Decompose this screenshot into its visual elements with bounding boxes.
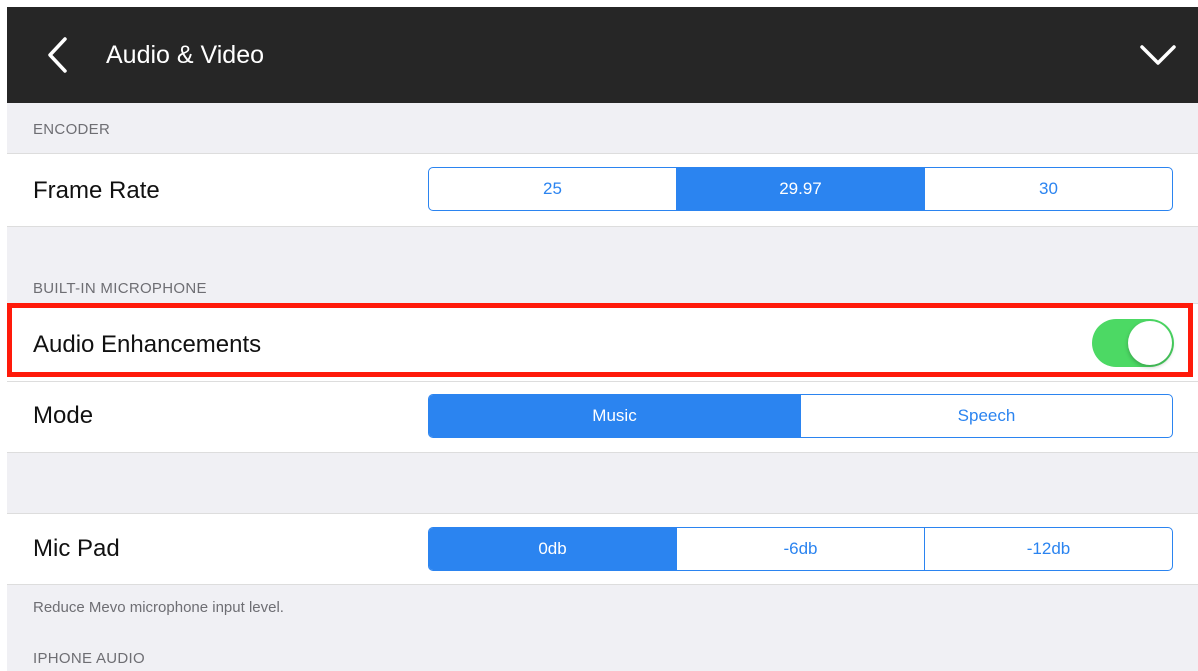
mic-pad-segmented-control: 0db -6db -12db: [428, 527, 1173, 571]
mode-label: Mode: [33, 402, 94, 429]
page-title: Audio & Video: [106, 41, 264, 69]
section-header-encoder: ENCODER: [33, 121, 111, 138]
audio-enhancements-toggle[interactable]: [1092, 319, 1174, 367]
frame-rate-segmented-control: 25 29.97 30: [428, 167, 1173, 211]
frame-rate-option-29-97[interactable]: 29.97: [677, 168, 925, 210]
mic-pad-footnote: Reduce Mevo microphone input level.: [33, 599, 284, 616]
mode-option-speech[interactable]: Speech: [801, 395, 1172, 437]
mic-pad-option-0db[interactable]: 0db: [429, 528, 677, 570]
mode-row: Mode Music Speech: [7, 381, 1198, 453]
mic-pad-row: Mic Pad 0db -6db -12db: [7, 513, 1198, 585]
audio-enhancements-row: Audio Enhancements: [7, 303, 1198, 383]
settings-list: ENCODER Frame Rate 25 29.97 30 BUILT-IN …: [7, 103, 1198, 671]
frame-rate-row: Frame Rate 25 29.97 30: [7, 153, 1198, 227]
mic-pad-option-minus-12db[interactable]: -12db: [925, 528, 1172, 570]
frame-rate-option-30[interactable]: 30: [925, 168, 1172, 210]
navigation-bar: Audio & Video: [7, 7, 1198, 103]
section-header-built-in-microphone: BUILT-IN MICROPHONE: [33, 280, 207, 297]
settings-screen: Audio & Video ENCODER Frame Rate 25 29.9…: [0, 0, 1198, 671]
mode-option-music[interactable]: Music: [429, 395, 801, 437]
audio-enhancements-label: Audio Enhancements: [33, 331, 262, 358]
mic-pad-option-minus-6db[interactable]: -6db: [677, 528, 925, 570]
frame-rate-label: Frame Rate: [33, 177, 160, 204]
mode-segmented-control: Music Speech: [428, 394, 1173, 438]
chevron-left-icon[interactable]: [39, 35, 79, 75]
frame-rate-option-25[interactable]: 25: [429, 168, 677, 210]
section-header-iphone-audio: IPHONE AUDIO: [33, 650, 145, 667]
mic-pad-label: Mic Pad: [33, 535, 120, 562]
toggle-knob: [1128, 321, 1172, 365]
chevron-down-icon[interactable]: [1138, 35, 1178, 75]
